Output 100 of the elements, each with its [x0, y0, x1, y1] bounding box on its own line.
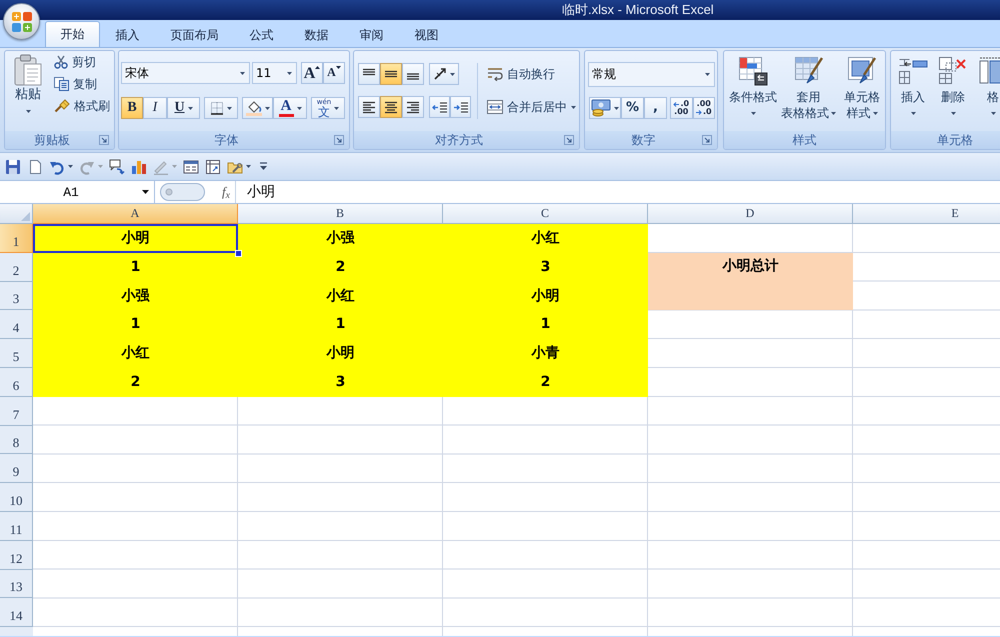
spreadsheet-cell[interactable]: 1: [238, 310, 443, 340]
number-format-field[interactable]: 常规: [588, 62, 715, 87]
format-button[interactable]: 格: [978, 51, 1000, 131]
table-format-button[interactable]: 套用 表格格式: [781, 51, 836, 131]
column-header[interactable]: D: [648, 204, 853, 224]
wrap-text-button[interactable]: 自动换行: [484, 63, 579, 85]
align-left-button[interactable]: [358, 96, 380, 118]
align-bottom-button[interactable]: [402, 63, 424, 85]
row-header[interactable]: 13: [0, 570, 33, 598]
fill-color-button[interactable]: [242, 97, 273, 119]
row-header[interactable]: 5: [0, 339, 33, 368]
align-top-button[interactable]: [358, 63, 380, 85]
row-header[interactable]: 14: [0, 598, 33, 628]
oval-handle-icon[interactable]: [160, 183, 205, 201]
window-icon[interactable]: [183, 158, 199, 174]
row-header[interactable]: 8: [0, 426, 33, 454]
window-title: 临时.xlsx - Microsoft Excel: [562, 2, 714, 17]
insert-function-button[interactable]: f$_{x}$: [221, 184, 231, 200]
font-color-button[interactable]: A: [273, 97, 307, 119]
row-header[interactable]: 2: [0, 252, 33, 282]
cell-styles-button[interactable]: 单元格 样式: [844, 51, 880, 131]
column-header[interactable]: C: [443, 204, 648, 224]
decrease-decimal-button[interactable]: .00 .0: [692, 97, 715, 119]
font-size-field[interactable]: 11: [252, 62, 297, 84]
paste-button[interactable]: 粘贴: [8, 54, 48, 131]
row-header[interactable]: 12: [0, 540, 33, 570]
row-header[interactable]: 10: [0, 483, 33, 512]
spreadsheet-cell[interactable]: 3: [443, 252, 648, 282]
row-header[interactable]: 3: [0, 282, 33, 310]
blank-page-icon[interactable]: [27, 158, 43, 174]
spreadsheet-cell[interactable]: 小明总计: [648, 252, 853, 310]
ribbon-tab[interactable]: 审阅: [344, 22, 399, 47]
corner-arrow-icon[interactable]: [99, 135, 109, 145]
align-right-button[interactable]: [402, 96, 424, 118]
spreadsheet-cell[interactable]: 2: [443, 368, 648, 397]
ribbon-tab[interactable]: 插入: [100, 22, 155, 47]
spreadsheet-cell[interactable]: 2: [238, 252, 443, 282]
italic-button[interactable]: I: [143, 97, 167, 119]
column-header[interactable]: B: [238, 204, 443, 224]
corner-arrow-icon[interactable]: [334, 135, 344, 145]
spreadsheet-cell[interactable]: 小青: [443, 339, 648, 368]
row-header[interactable]: 11: [0, 512, 33, 541]
ribbon-tab[interactable]: 开始: [45, 21, 100, 47]
formula-input[interactable]: 小明: [234, 181, 1000, 203]
spreadsheet-cell[interactable]: 1: [33, 310, 238, 340]
column-header[interactable]: E: [853, 204, 1000, 224]
bold-button[interactable]: B: [121, 97, 143, 119]
merge-center-button[interactable]: 合并后居中: [484, 96, 579, 118]
ribbon-tab[interactable]: 数据: [289, 22, 344, 47]
grow-font-button[interactable]: A: [301, 62, 323, 84]
currency-button[interactable]: [589, 97, 621, 119]
copy-button[interactable]: 复制: [51, 73, 113, 95]
spreadsheet-cell[interactable]: 2: [33, 368, 238, 397]
spreadsheet-cell[interactable]: 小强: [238, 224, 443, 253]
spreadsheet-cell[interactable]: 小红: [443, 224, 648, 253]
spreadsheet-cell[interactable]: 1: [33, 252, 238, 282]
spreadsheet-cell[interactable]: 3: [238, 368, 443, 397]
ribbon-tab[interactable]: 视图: [399, 22, 454, 47]
row-header[interactable]: 6: [0, 368, 33, 397]
spreadsheet-cell[interactable]: 小红: [238, 282, 443, 310]
spreadsheet-cell[interactable]: 小红: [33, 339, 238, 368]
name-box[interactable]: A1: [0, 181, 155, 203]
ribbon-tab[interactable]: 公式: [234, 22, 289, 47]
cut-button[interactable]: 剪切: [51, 51, 113, 73]
bubble-arrow-icon[interactable]: [109, 158, 125, 174]
spreadsheet-cell[interactable]: 小明: [443, 282, 648, 310]
insert-button[interactable]: 插入: [898, 51, 928, 131]
row-header[interactable]: 7: [0, 396, 33, 426]
shrink-font-button[interactable]: A: [323, 62, 345, 84]
row-header[interactable]: 1: [0, 224, 33, 253]
app-menu-button[interactable]: [3, 3, 40, 40]
row-header[interactable]: 4: [0, 310, 33, 340]
percent-button[interactable]: %: [621, 97, 644, 119]
orientation-button[interactable]: [429, 63, 459, 85]
row-header[interactable]: 9: [0, 454, 33, 484]
increase-indent-button[interactable]: [450, 96, 471, 118]
increase-decimal-button[interactable]: .0 .00: [670, 97, 692, 119]
align-center-button[interactable]: [380, 96, 402, 118]
column-header[interactable]: A: [33, 204, 238, 224]
bar-chart-icon[interactable]: [131, 158, 147, 174]
grid-arrow-icon[interactable]: [205, 158, 221, 174]
caret-icon[interactable]: [68, 165, 73, 168]
align-middle-button[interactable]: [380, 63, 402, 85]
underline-button[interactable]: U: [167, 97, 200, 119]
corner-arrow-icon[interactable]: [564, 135, 574, 145]
spreadsheet-cell[interactable]: 小明: [238, 339, 443, 368]
decrease-indent-button[interactable]: [429, 96, 450, 118]
caret-icon: [750, 112, 756, 114]
borders-button[interactable]: [204, 97, 238, 119]
conditional-format-button[interactable]: 条件格式: [729, 51, 777, 131]
comma-style-button[interactable]: ,: [644, 97, 667, 119]
format-painter-button[interactable]: 格式刷: [51, 95, 113, 117]
corner-arrow-icon[interactable]: [702, 135, 712, 145]
caret-icon[interactable]: [246, 165, 251, 168]
spreadsheet-cell[interactable]: 小强: [33, 282, 238, 310]
ribbon-tab[interactable]: 页面布局: [155, 22, 234, 47]
delete-button[interactable]: 删除: [938, 51, 968, 131]
spreadsheet-cell[interactable]: 1: [443, 310, 648, 340]
font-name-field[interactable]: 宋体: [121, 62, 250, 84]
fill-handle-icon[interactable]: [235, 250, 242, 257]
